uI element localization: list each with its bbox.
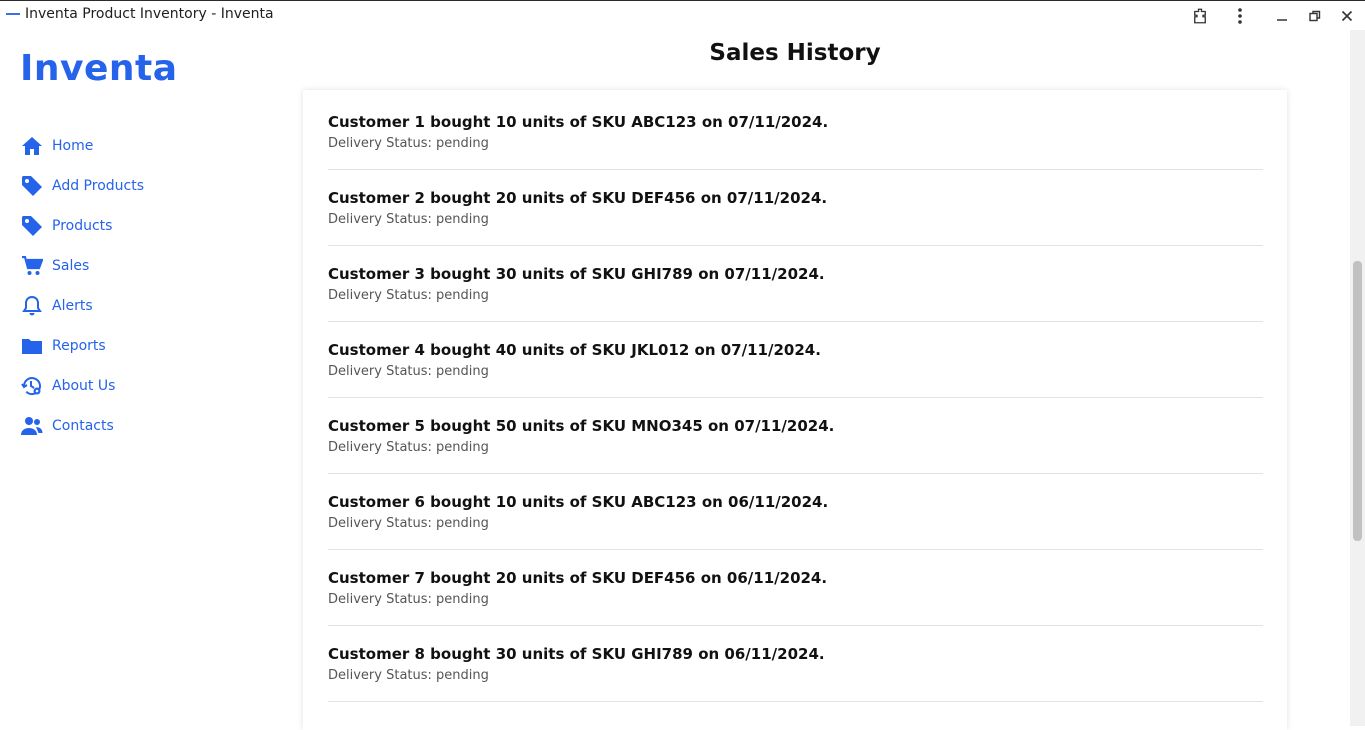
page-title: Sales History	[709, 40, 881, 66]
list-item: Customer 1 bought 10 units of SKU ABC123…	[328, 94, 1263, 170]
sidebar-item-alerts[interactable]: Alerts	[20, 286, 144, 326]
sidebar-nav: Home Add Products Products Sales Alerts	[20, 126, 144, 446]
delivery-status: Delivery Status: pending	[328, 592, 489, 607]
sidebar-item-about-us[interactable]: About Us	[20, 366, 144, 406]
restore-icon[interactable]	[1302, 4, 1328, 28]
scrollbar-thumb[interactable]	[1353, 261, 1362, 541]
tag-icon	[20, 174, 44, 198]
brand-logo[interactable]: Inventa	[20, 48, 178, 89]
sidebar-item-add-products[interactable]: Add Products	[20, 166, 144, 206]
sidebar-item-sales[interactable]: Sales	[20, 246, 144, 286]
minimize-icon[interactable]	[1269, 4, 1295, 28]
sidebar-item-reports[interactable]: Reports	[20, 326, 144, 366]
app-favicon-icon	[6, 13, 20, 17]
sale-description: Customer 7 bought 20 units of SKU DEF456…	[328, 569, 828, 587]
sale-description: Customer 2 bought 20 units of SKU DEF456…	[328, 189, 828, 207]
delivery-status: Delivery Status: pending	[328, 516, 489, 531]
extensions-icon[interactable]	[1187, 4, 1213, 28]
list-item: Customer 2 bought 20 units of SKU DEF456…	[328, 170, 1263, 246]
sidebar-item-products[interactable]: Products	[20, 206, 144, 246]
sidebar-item-label: Products	[52, 218, 113, 234]
sale-description: Customer 5 bought 50 units of SKU MNO345…	[328, 417, 835, 435]
sales-list: Customer 1 bought 10 units of SKU ABC123…	[328, 94, 1263, 702]
list-item: Customer 3 bought 30 units of SKU GHI789…	[328, 246, 1263, 322]
delivery-status: Delivery Status: pending	[328, 288, 489, 303]
users-icon	[20, 414, 44, 438]
home-icon	[20, 134, 44, 158]
history-gear-icon	[20, 374, 44, 398]
list-item: Customer 8 bought 30 units of SKU GHI789…	[328, 626, 1263, 702]
delivery-status: Delivery Status: pending	[328, 136, 489, 151]
sale-description: Customer 4 bought 40 units of SKU JKL012…	[328, 341, 821, 359]
sidebar-item-label: Contacts	[52, 418, 114, 434]
sidebar-item-label: Home	[52, 138, 94, 154]
delivery-status: Delivery Status: pending	[328, 212, 489, 227]
sale-description: Customer 6 bought 10 units of SKU ABC123…	[328, 493, 829, 511]
delivery-status: Delivery Status: pending	[328, 364, 489, 379]
sidebar-item-label: Alerts	[52, 298, 93, 314]
page-scrollbar[interactable]	[1350, 30, 1365, 726]
sidebar-item-label: Add Products	[52, 178, 145, 194]
bell-icon	[20, 294, 44, 318]
menu-kebab-icon[interactable]	[1227, 4, 1253, 28]
folder-icon	[20, 334, 44, 358]
delivery-status: Delivery Status: pending	[328, 440, 489, 455]
sidebar-item-label: Sales	[52, 258, 90, 274]
sidebar-item-contacts[interactable]: Contacts	[20, 406, 144, 446]
list-item: Customer 7 bought 20 units of SKU DEF456…	[328, 550, 1263, 626]
sale-description: Customer 1 bought 10 units of SKU ABC123…	[328, 113, 829, 131]
list-item: Customer 4 bought 40 units of SKU JKL012…	[328, 322, 1263, 398]
sale-description: Customer 8 bought 30 units of SKU GHI789…	[328, 645, 825, 663]
list-item: Customer 5 bought 50 units of SKU MNO345…	[328, 398, 1263, 474]
list-item: Customer 6 bought 10 units of SKU ABC123…	[328, 474, 1263, 550]
close-icon[interactable]	[1334, 4, 1360, 28]
sale-description: Customer 3 bought 30 units of SKU GHI789…	[328, 265, 825, 283]
window-titlebar: Inventa Product Inventory - Inventa	[0, 0, 1365, 30]
window-title: Inventa Product Inventory - Inventa	[25, 6, 274, 22]
tag-icon	[20, 214, 44, 238]
delivery-status: Delivery Status: pending	[328, 668, 489, 683]
cart-icon	[20, 254, 44, 278]
sidebar-item-label: Reports	[52, 338, 106, 354]
sidebar: Inventa Home Add Products Products Sales	[0, 30, 300, 726]
sales-history-card: Customer 1 bought 10 units of SKU ABC123…	[303, 90, 1287, 730]
sidebar-item-label: About Us	[52, 378, 116, 394]
sidebar-item-home[interactable]: Home	[20, 126, 144, 166]
